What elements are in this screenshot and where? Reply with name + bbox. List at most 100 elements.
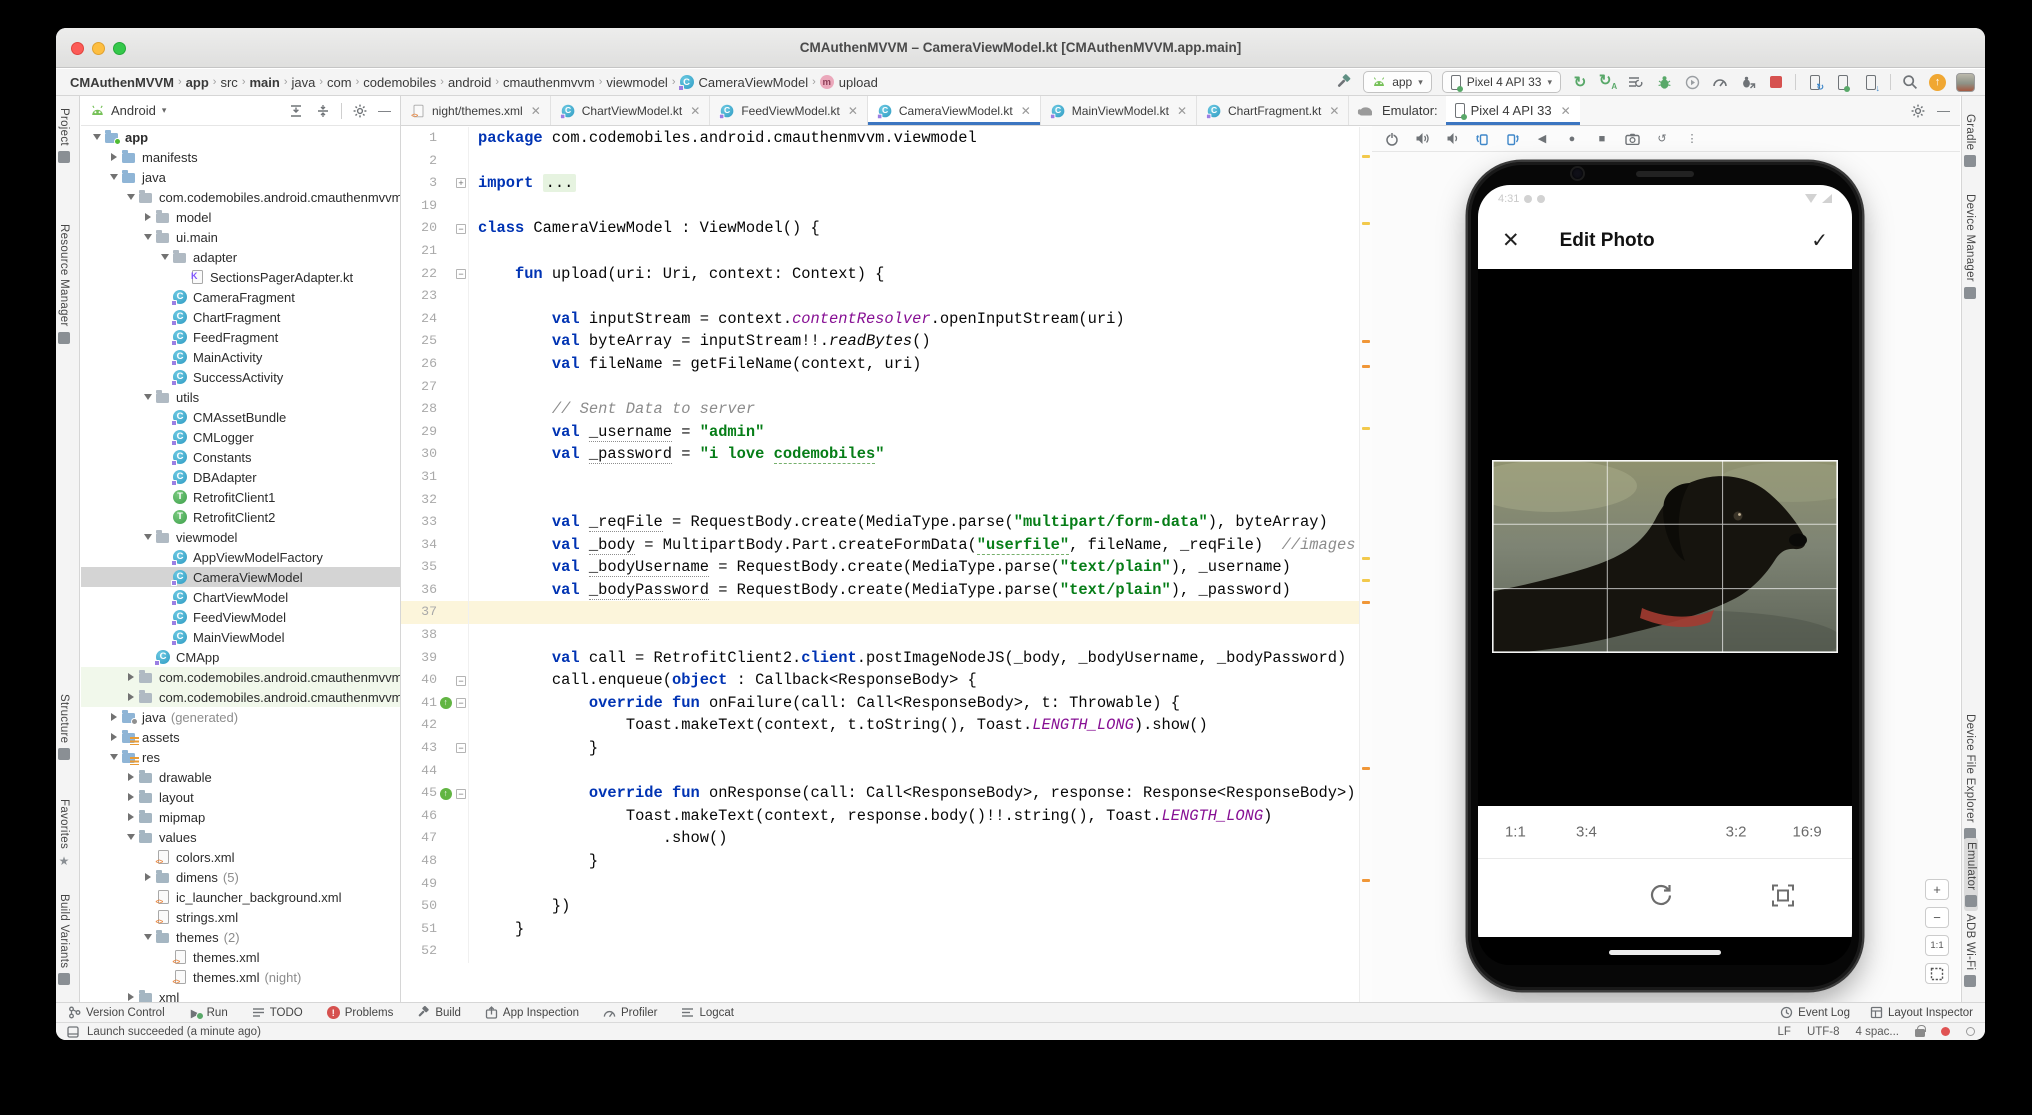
profiler-icon[interactable] (1711, 73, 1729, 91)
tree-chevron-icon[interactable] (106, 170, 121, 184)
toolwindow-button-event-log[interactable]: Event Log (1780, 1006, 1850, 1019)
fold-marker-icon[interactable]: − (456, 789, 466, 799)
tree-item-adapter[interactable]: adapter (81, 247, 400, 267)
override-marker-icon[interactable]: ↑ (440, 697, 452, 709)
notification-badge[interactable] (1941, 1027, 1950, 1036)
tree-item-res[interactable]: res (81, 747, 400, 767)
tree-item-java[interactable]: java(generated) (81, 707, 400, 727)
tree-item-ic-launcher-background-xml[interactable]: <>ic_launcher_background.xml (81, 887, 400, 907)
breadcrumb-item[interactable]: main (245, 75, 283, 90)
sync-icon[interactable] (1627, 73, 1645, 91)
rotate-right-icon[interactable] (1504, 131, 1520, 147)
editor-tab-mainviewmodel-kt[interactable]: CMainViewModel.kt ✕ (1041, 96, 1197, 125)
attach-debugger-icon[interactable] (1739, 73, 1757, 91)
toolwindow-button-run[interactable]: ▶Run (189, 1006, 228, 1019)
error-stripe[interactable] (1359, 127, 1372, 1002)
code-line[interactable]: 41 ↑− override fun onFailure(call: Call<… (401, 692, 1359, 715)
run-configuration-selector[interactable]: app ▾ (1363, 71, 1432, 93)
tree-item-chartfragment[interactable]: CChartFragment (81, 307, 400, 327)
reader-mode-icon[interactable] (1966, 1027, 1975, 1036)
code-line[interactable]: 1 package com.codemobiles.android.cmauth… (401, 127, 1359, 150)
tool-strip-structure[interactable]: Structure (58, 694, 70, 760)
tool-strip-gradle[interactable]: Gradle (1964, 114, 1976, 167)
aspect-ratio-3-4[interactable]: 3:4 (1576, 824, 1597, 841)
overview-icon[interactable]: ■ (1594, 131, 1610, 147)
tree-chevron-icon[interactable] (106, 750, 121, 764)
code-line[interactable]: 30 val _password = "i love codemobiles" (401, 443, 1359, 466)
tree-chevron-icon[interactable] (89, 130, 104, 144)
toolwindow-button-logcat[interactable]: Logcat (681, 1006, 734, 1019)
tool-strip-device-file-explorer[interactable]: Device File Explorer (1964, 714, 1976, 840)
fold-marker-icon[interactable]: − (456, 743, 466, 753)
search-everywhere-icon[interactable] (1901, 73, 1919, 91)
code-line[interactable]: 37 (401, 601, 1359, 624)
tree-item-cmapp[interactable]: CCMApp (81, 647, 400, 667)
zoom-reset-button[interactable]: 1:1 (1925, 935, 1949, 956)
fit-to-window-button[interactable] (1925, 963, 1949, 984)
code-line[interactable]: 29 val _username = "admin" (401, 421, 1359, 444)
tree-item-retrofitclient1[interactable]: TRetrofitClient1 (81, 487, 400, 507)
tree-item-ui-main[interactable]: ui.main (81, 227, 400, 247)
tree-chevron-icon[interactable] (123, 813, 138, 821)
volume-up-icon[interactable] (1414, 131, 1430, 147)
editor-tab-chartfragment-kt[interactable]: CChartFragment.kt ✕ (1197, 96, 1349, 125)
tree-item-dimens[interactable]: dimens(5) (81, 867, 400, 887)
mirror-device-icon[interactable]: ↻ (1806, 73, 1824, 91)
tree-chevron-icon[interactable] (140, 213, 155, 221)
code-line[interactable]: 22 − fun upload(uri: Uri, context: Conte… (401, 263, 1359, 286)
breadcrumb-item[interactable]: CCameraViewModel (676, 75, 813, 90)
collapse-all-icon[interactable] (314, 102, 332, 120)
breadcrumb-item[interactable]: CMAuthenMVVM (66, 75, 178, 90)
profile-avatar[interactable] (1956, 73, 1975, 92)
close-tab-icon[interactable]: ✕ (1021, 104, 1031, 118)
tree-item-chartviewmodel[interactable]: CChartViewModel (81, 587, 400, 607)
tree-item-mipmap[interactable]: mipmap (81, 807, 400, 827)
code-line[interactable]: 25 val byteArray = inputStream!!.readByt… (401, 330, 1359, 353)
code-line[interactable]: 27 (401, 376, 1359, 399)
tree-chevron-icon[interactable] (140, 390, 155, 404)
tree-item-successactivity[interactable]: CSuccessActivity (81, 367, 400, 387)
tree-chevron-icon[interactable] (106, 153, 121, 161)
camera-icon[interactable] (1624, 131, 1640, 147)
tree-item-values[interactable]: values (81, 827, 400, 847)
code-line[interactable]: 47 .show() (401, 827, 1359, 850)
tree-item-colors-xml[interactable]: <>colors.xml (81, 847, 400, 867)
select-opened-file-icon[interactable] (287, 102, 305, 120)
toolwindow-button-todo[interactable]: TODO (252, 1006, 303, 1019)
code-line[interactable]: 49 (401, 873, 1359, 896)
tree-chevron-icon[interactable] (140, 873, 155, 881)
code-line[interactable]: 45 ↑− override fun onResponse(call: Call… (401, 782, 1359, 805)
tree-chevron-icon[interactable] (106, 733, 121, 741)
code-line[interactable]: 46 Toast.makeText(context, response.body… (401, 805, 1359, 828)
tree-item-cmassetbundle[interactable]: CCMAssetBundle (81, 407, 400, 427)
tree-item-feedfragment[interactable]: CFeedFragment (81, 327, 400, 347)
code-line[interactable]: 36 val _bodyPassword = RequestBody.creat… (401, 579, 1359, 602)
editor-tab-night-themes-xml[interactable]: <>night/themes.xml ✕ (401, 96, 551, 125)
tree-item-utils[interactable]: utils (81, 387, 400, 407)
breadcrumb-item[interactable]: app (182, 75, 213, 90)
fold-marker-icon[interactable]: − (456, 698, 466, 708)
tree-item-cameraviewmodel[interactable]: CCameraViewModel (81, 567, 400, 587)
zoom-out-button[interactable]: − (1925, 907, 1949, 928)
tree-item-retrofitclient2[interactable]: TRetrofitClient2 (81, 507, 400, 527)
tree-chevron-icon[interactable] (140, 930, 155, 944)
sdk-download-icon[interactable]: ↓ (1862, 73, 1880, 91)
code-line[interactable]: 40 − call.enqueue(object : Callback<Resp… (401, 669, 1359, 692)
code-line[interactable]: 19 (401, 195, 1359, 218)
code-line[interactable]: 31 (401, 466, 1359, 489)
stop-icon[interactable] (1767, 73, 1785, 91)
zoom-in-button[interactable]: + (1925, 879, 1949, 900)
code-line[interactable]: 44 (401, 760, 1359, 783)
rotate-left-icon[interactable] (1474, 131, 1490, 147)
lock-icon[interactable] (1915, 1029, 1925, 1037)
breadcrumb-item[interactable]: cmauthenmvvm (499, 75, 599, 90)
tool-strip-adb-wi-fi[interactable]: ADB Wi-Fi (1964, 914, 1976, 987)
tree-item-themes-xml[interactable]: <>themes.xml (81, 947, 400, 967)
close-tab-icon[interactable]: ✕ (848, 104, 858, 118)
minimize-window-button[interactable] (92, 42, 105, 55)
hide-panel-icon[interactable]: — (378, 103, 391, 118)
toolwindow-button-version-control[interactable]: Version Control (68, 1006, 165, 1019)
tree-item-feedviewmodel[interactable]: CFeedViewModel (81, 607, 400, 627)
crop-canvas[interactable] (1478, 269, 1852, 806)
editor-tab-cameraviewmodel-kt[interactable]: CCameraViewModel.kt ✕ (868, 96, 1041, 125)
